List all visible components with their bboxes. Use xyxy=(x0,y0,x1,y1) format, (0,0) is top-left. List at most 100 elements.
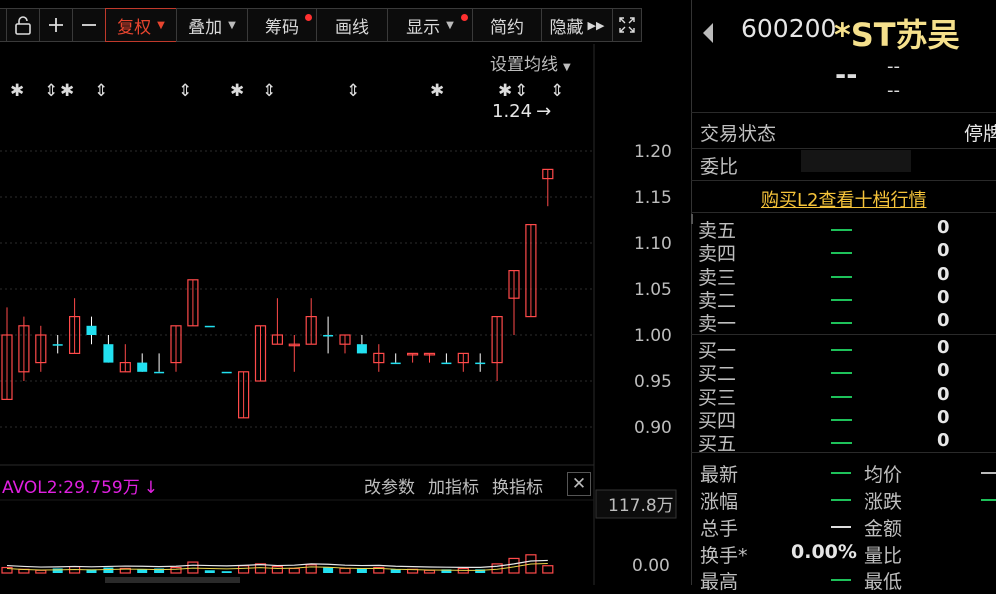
price-tick: 1.15 xyxy=(634,188,672,208)
draw-line-button[interactable]: 画线 xyxy=(316,8,388,42)
volume-bar xyxy=(288,567,300,574)
bid-volume: 0 xyxy=(937,337,950,358)
ask-price xyxy=(831,275,852,278)
ma-settings-label: 设置均线 xyxy=(490,55,558,75)
divider xyxy=(691,212,996,213)
ask-volume: 0 xyxy=(937,240,950,262)
volume-bar xyxy=(204,570,215,573)
chart-scrollbar[interactable] xyxy=(105,577,240,583)
candle-body xyxy=(204,325,215,328)
latest-label: 最新 xyxy=(700,464,739,486)
ask-price xyxy=(831,229,852,231)
volume-bar xyxy=(542,565,554,574)
volume-bar xyxy=(52,568,63,573)
overlay-button[interactable]: 叠加 ▼ xyxy=(176,8,248,42)
volume-bar xyxy=(221,571,232,573)
candle-body xyxy=(356,344,367,354)
pct-label: 涨幅 xyxy=(700,491,739,513)
price-change-pct: -- xyxy=(887,80,900,101)
display-button[interactable]: 显示 ▼ xyxy=(387,8,473,42)
caret-down-icon: ▼ xyxy=(446,19,454,31)
candle-body xyxy=(475,362,486,365)
price-tick: 0.95 xyxy=(634,372,672,392)
divider xyxy=(691,148,996,149)
double-chevron-right-icon: ▶▶ xyxy=(587,18,605,32)
candle-body xyxy=(221,371,232,374)
ask-price xyxy=(831,298,852,301)
candle-body xyxy=(137,362,148,372)
resize-handle[interactable] xyxy=(691,214,693,224)
vol-indicator: AVOL2:29.759万 ↓ xyxy=(2,473,158,498)
price-tick: 1.05 xyxy=(634,280,672,300)
volume-bars xyxy=(1,554,554,574)
vol-indicator-value: AVOL2:29.759万 xyxy=(2,478,140,498)
edit-params-button[interactable]: 改参数 xyxy=(364,473,415,498)
divider xyxy=(691,180,996,181)
kline-chart[interactable]: 1.201.151.101.051.000.950.90 ✱ ⇕ ✱ ⇕ ⇕ ✱ ⇕ ⇕ ✱ ✱ ⇕… xyxy=(0,44,680,585)
divider xyxy=(691,334,996,335)
ma-settings-button[interactable]: 设置均线 ▼ xyxy=(490,50,571,75)
bid-price xyxy=(831,349,852,351)
fullscreen-button[interactable] xyxy=(612,8,642,42)
amount-label: 金额 xyxy=(864,518,903,540)
chg-value xyxy=(981,499,996,501)
bid-volume: 0 xyxy=(937,406,950,428)
bid-price xyxy=(831,372,852,375)
event-marker: ⇕ xyxy=(550,81,564,101)
avg-value xyxy=(981,472,996,474)
event-marker: ✱ xyxy=(230,81,244,101)
prev-stock-icon[interactable] xyxy=(701,22,715,44)
volume-bar xyxy=(339,567,351,574)
ask-volume: 0 xyxy=(937,217,950,238)
vol-max-label: 117.8万 xyxy=(608,496,674,516)
price-tick: 1.00 xyxy=(634,326,672,346)
simple-button[interactable]: 简约 xyxy=(472,8,542,42)
quote-panel: 600200 *ST苏吴 -- -- -- 交易状态 停牌 委比 购买L2查看十… xyxy=(691,0,996,593)
event-marker: ⇕ xyxy=(178,81,192,101)
add-indicator-button[interactable]: 加指标 xyxy=(428,473,479,498)
arrow-right-icon: → xyxy=(536,101,552,122)
minus-icon xyxy=(82,24,96,26)
low-label: 最低 xyxy=(864,571,903,593)
fuquan-button[interactable]: 复权 ▼ xyxy=(105,8,177,42)
bid-volume: 0 xyxy=(937,430,950,452)
high-marker-value: 1.24 xyxy=(492,101,533,122)
zoom-out-button[interactable] xyxy=(72,8,106,42)
ask-volume: 0 xyxy=(937,263,950,285)
bid-volume: 0 xyxy=(937,383,950,405)
hand-value xyxy=(831,526,851,528)
ratio-label: 量比 xyxy=(864,545,903,567)
zoom-in-button[interactable] xyxy=(39,8,73,42)
price-tick: 0.90 xyxy=(634,418,672,438)
ask-label: 卖一 xyxy=(698,313,737,336)
ask-volume: 0 xyxy=(937,286,950,308)
chips-button[interactable]: 筹码 xyxy=(247,8,317,42)
volume-bar xyxy=(356,568,367,573)
volume-bar xyxy=(390,569,401,573)
volume-bar xyxy=(35,569,47,574)
event-marker: ✱ xyxy=(10,81,24,101)
volume-bar xyxy=(137,569,148,573)
weibi-label: 委比 xyxy=(700,156,739,178)
ask-price xyxy=(831,252,852,255)
l2-upgrade-link[interactable]: 购买L2查看十档行情 xyxy=(761,186,926,212)
close-icon: ✕ xyxy=(571,474,587,494)
hide-label: 隐藏 xyxy=(549,17,584,38)
status-value: 停牌 xyxy=(964,123,996,145)
hide-button[interactable]: 隐藏 ▶▶ xyxy=(541,8,613,42)
pct-value xyxy=(831,499,851,501)
unlock-button[interactable] xyxy=(6,8,40,42)
close-vol-pane-button[interactable]: ✕ xyxy=(567,472,591,496)
hand-label: 总手 xyxy=(700,518,739,540)
divider xyxy=(691,452,996,453)
fullscreen-icon xyxy=(619,17,635,33)
caret-down-icon: ▼ xyxy=(228,19,236,31)
event-marker: ⇕ xyxy=(262,81,276,101)
bid-price xyxy=(831,418,852,421)
chart-toolbar: 复权 ▼ 叠加 ▼ 筹码 画线 显示 ▼ 简约 隐藏 ▶▶ xyxy=(0,8,680,42)
candle-body xyxy=(323,335,334,337)
notify-dot xyxy=(305,14,312,21)
switch-indicator-button[interactable]: 换指标 xyxy=(492,473,543,498)
volume-bar xyxy=(103,567,114,573)
candle-body xyxy=(52,344,63,346)
